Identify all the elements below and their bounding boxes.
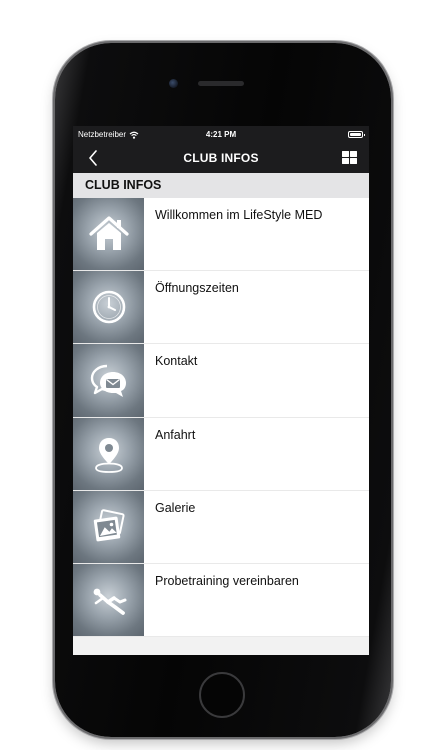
list-item-opening-hours[interactable]: Öffnungszeiten <box>73 271 369 345</box>
list-item-welcome[interactable]: Willkommen im LifeStyle MED <box>73 198 369 272</box>
item-label: Kontakt <box>155 354 198 369</box>
list-item-directions[interactable]: Anfahrt <box>73 417 369 491</box>
workout-icon <box>93 588 126 615</box>
item-tile <box>73 490 144 563</box>
item-label: Anfahrt <box>155 427 196 442</box>
home-button[interactable] <box>199 672 245 718</box>
item-tile <box>73 563 144 637</box>
grid-icon <box>350 158 357 164</box>
front-camera <box>169 79 178 88</box>
status-time: 4:21 PM <box>205 130 237 139</box>
grid-icon <box>342 151 349 157</box>
grid-menu-button[interactable] <box>342 151 357 164</box>
item-label: Öffnungszeiten <box>155 281 239 296</box>
section-header: CLUB INFOS <box>73 173 369 198</box>
page-title: CLUB INFOS <box>183 151 259 165</box>
navigation-bar: CLUB INFOS <box>73 143 369 173</box>
item-tile <box>73 271 144 344</box>
clock-icon <box>92 290 125 324</box>
club-info-list: Willkommen im LifeStyle MED Öffnungszeit… <box>73 198 369 638</box>
battery-icon <box>348 131 365 138</box>
map-pin-icon <box>94 437 123 473</box>
item-label: Willkommen im LifeStyle MED <box>155 208 323 222</box>
chevron-left-icon <box>89 150 97 166</box>
list-item-trial-training[interactable]: Probetraining vereinbaren <box>73 563 369 638</box>
device-mockup: Netzbetreiber 4:21 PM CLUB INFOS CLUB IN… <box>0 0 422 750</box>
home-icon <box>88 216 129 251</box>
photo-gallery-icon <box>93 509 125 542</box>
chat-mail-icon <box>90 365 126 398</box>
list-item-contact[interactable]: Kontakt <box>73 344 369 418</box>
back-button[interactable] <box>83 148 103 168</box>
item-tile <box>73 198 144 271</box>
app-screen: Netzbetreiber 4:21 PM CLUB INFOS CLUB IN… <box>73 126 369 655</box>
list-item-gallery[interactable]: Galerie <box>73 490 369 564</box>
item-label: Galerie <box>155 500 196 515</box>
grid-icon <box>342 158 349 164</box>
grid-icon <box>350 151 357 157</box>
item-tile <box>73 417 144 490</box>
earpiece-speaker <box>198 81 244 86</box>
power-button <box>391 190 394 240</box>
item-label: Probetraining vereinbaren <box>155 573 299 588</box>
item-tile <box>73 344 144 417</box>
status-bar: Netzbetreiber 4:21 PM <box>73 126 369 143</box>
battery-level <box>350 133 361 136</box>
